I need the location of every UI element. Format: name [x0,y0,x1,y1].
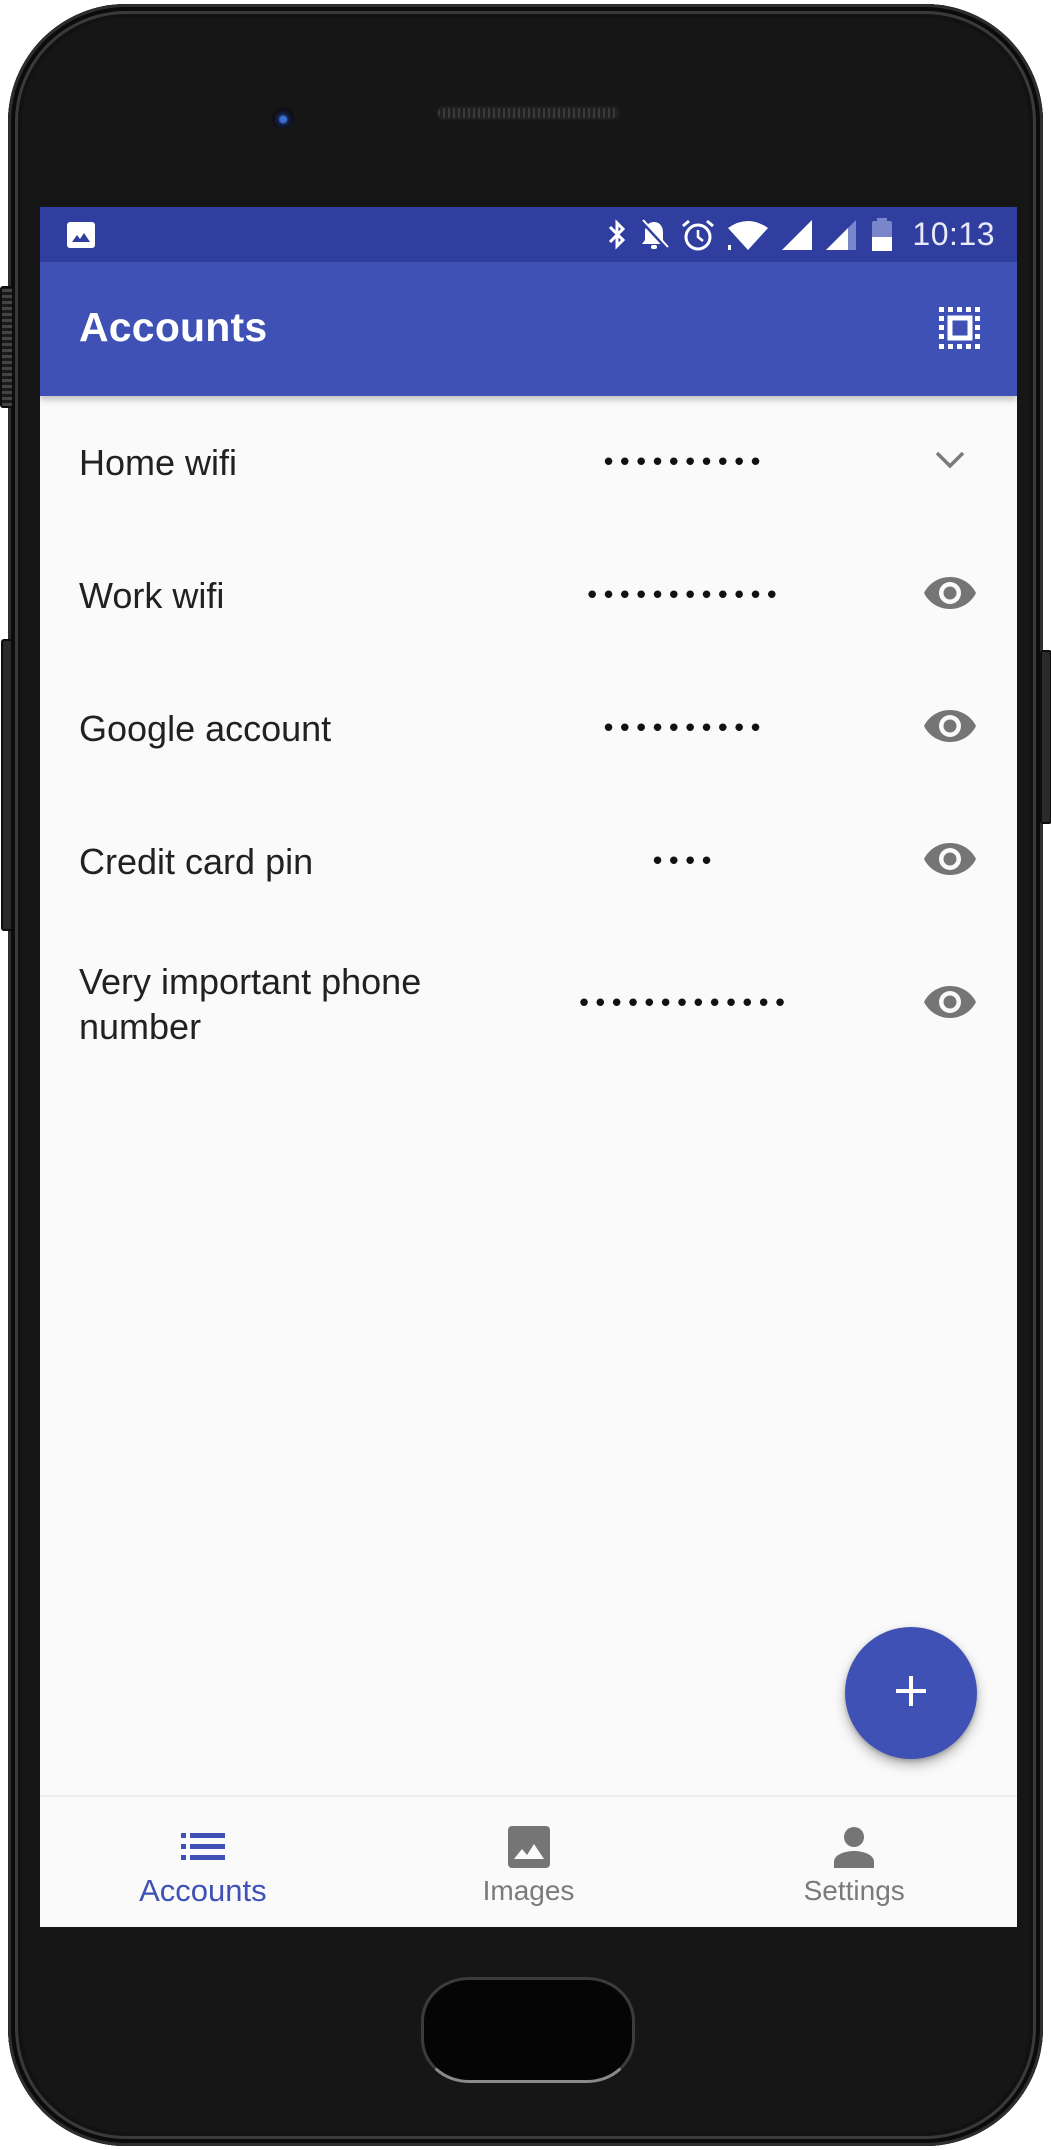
add-account-button[interactable] [845,1627,977,1759]
image-icon [66,221,96,249]
nav-item-settings[interactable]: Settings [691,1797,1017,1927]
reveal-password-button[interactable] [920,566,980,626]
app-bar: Accounts [40,262,1017,396]
home-button[interactable] [421,1977,635,2083]
masked-password: •••• [649,846,716,877]
reveal-password-button[interactable] [920,974,980,1034]
nav-item-images[interactable]: Images [366,1797,692,1927]
reveal-password-button[interactable] [920,832,980,892]
front-camera [270,105,294,129]
account-label: Home wifi [79,442,238,483]
battery-half-icon [870,217,894,252]
status-bar: 10:13 [40,207,1017,262]
screen: 10:13 Accounts Home wifi •••••••••• Work… [40,207,1017,1927]
bluetooth-icon [606,218,628,252]
nav-label: Accounts [139,1873,267,1908]
alarm-icon [680,218,716,252]
wifi-icon [726,218,770,252]
alert-slider [0,286,14,408]
nav-label: Settings [803,1875,905,1906]
chevron-down-icon [934,450,966,475]
account-row[interactable]: Google account •••••••••• [40,662,1017,795]
status-icons: 10:13 [606,207,995,262]
account-row[interactable]: Home wifi •••••••••• [40,396,1017,529]
eye-icon [923,575,977,616]
masked-password: •••••••••• [600,713,765,744]
account-label: Credit card pin [79,841,314,882]
eye-icon [923,841,977,882]
accounts-list: Home wifi •••••••••• Work wifi •••••••••… [40,396,1017,1080]
person-icon [830,1823,878,1871]
signal-partial-icon [824,218,860,252]
account-label: Work wifi [79,575,225,616]
bottom-navigation: Accounts Images Settings [40,1795,1017,1927]
nav-label: Images [482,1875,575,1906]
nav-item-accounts[interactable]: Accounts [40,1797,366,1927]
status-time: 10:13 [912,216,995,252]
account-label: Very important phone number [79,961,422,1047]
signal-full-icon [780,218,814,252]
masked-password: ••••••••••••• [576,989,789,1019]
eye-icon [923,984,977,1025]
masked-password: •••••••••••• [584,580,781,611]
plus-icon [893,1673,929,1714]
account-label: Google account [79,708,332,749]
account-row[interactable]: Very important phone number ••••••••••••… [40,928,1017,1080]
masked-password: •••••••••• [600,447,765,478]
collapse-button[interactable] [920,433,980,493]
reveal-password-button[interactable] [920,699,980,759]
select-all-icon [937,305,983,356]
page-title: Accounts [79,304,268,350]
list-icon [179,1823,227,1871]
account-row[interactable]: Work wifi •••••••••••• [40,529,1017,662]
eye-icon [923,708,977,749]
earpiece-speaker [438,108,618,118]
volume-button [1,639,13,931]
power-button [1040,650,1051,824]
account-row[interactable]: Credit card pin •••• [40,795,1017,928]
notifications-off-icon [638,218,670,252]
select-all-button[interactable] [932,302,988,358]
image-icon [505,1823,553,1871]
